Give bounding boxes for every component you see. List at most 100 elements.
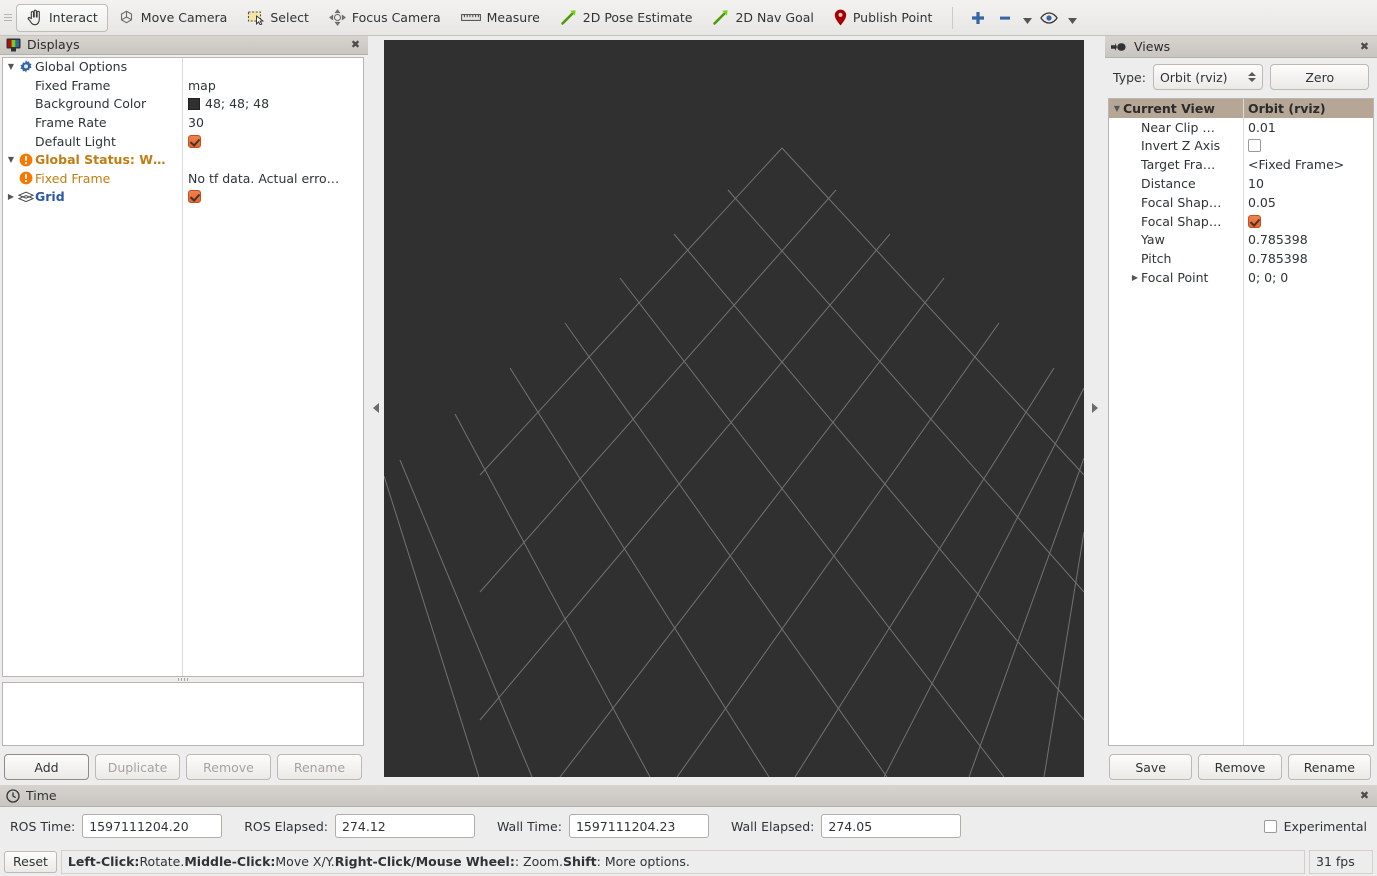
- checkbox-checked[interactable]: [188, 190, 201, 204]
- views-tree[interactable]: ▼ Current View Orbit (rviz) Near Clip … 0.01…: [1108, 98, 1374, 746]
- view-row-label: Near Clip …: [1141, 119, 1215, 135]
- expand-arrow-down-icon[interactable]: ▼: [1111, 104, 1123, 113]
- add-display-button[interactable]: Add: [4, 754, 89, 780]
- duplicate-display-button[interactable]: Duplicate: [95, 754, 180, 780]
- expand-arrow-down-icon[interactable]: ▼: [5, 62, 17, 71]
- rename-display-button[interactable]: Rename: [277, 754, 362, 780]
- view-row[interactable]: ▼ Current View Orbit (rviz): [1109, 99, 1373, 118]
- view-row-value-cell[interactable]: <Fixed Frame>: [1243, 155, 1373, 174]
- views-titlebar: Views ✖: [1105, 36, 1377, 58]
- display-row[interactable]: Background Color 48; 48; 48: [3, 95, 363, 114]
- checkbox-unchecked[interactable]: [1248, 139, 1261, 153]
- display-row-value-cell[interactable]: [182, 58, 363, 77]
- display-row[interactable]: Default Light: [3, 132, 363, 151]
- toolbar-publish-point-button[interactable]: Publish Point: [824, 4, 943, 32]
- save-view-button[interactable]: Save: [1109, 754, 1193, 780]
- toolbar-drag-handle[interactable]: [4, 8, 14, 28]
- display-row-label: Global Options: [35, 59, 128, 75]
- time-field-input[interactable]: 1597111204.20: [82, 814, 223, 838]
- view-row[interactable]: Pitch 0.785398: [1109, 249, 1373, 268]
- view-row[interactable]: Near Clip … 0.01: [1109, 118, 1373, 137]
- view-row-value-cell[interactable]: 10: [1243, 174, 1373, 193]
- time-field-input[interactable]: 274.05: [821, 814, 962, 838]
- checkbox-unchecked[interactable]: [1263, 819, 1277, 833]
- toolbar-2d-pose-estimate-button[interactable]: 2D Pose Estimate: [550, 4, 703, 32]
- expand-arrow-right-icon[interactable]: ▶: [1129, 273, 1141, 282]
- toolbar-select-button[interactable]: Select: [237, 4, 319, 32]
- right-splitter[interactable]: [1084, 36, 1105, 780]
- display-row-value: map: [188, 77, 216, 93]
- view-row-value-cell[interactable]: 0.01: [1243, 118, 1373, 137]
- display-row[interactable]: ▶ Grid: [3, 188, 363, 207]
- toolbar-focus-camera-button[interactable]: Focus Camera: [319, 4, 451, 32]
- view-row-value-cell[interactable]: Orbit (rviz): [1243, 99, 1373, 118]
- eye-icon: [1040, 11, 1059, 25]
- display-row[interactable]: ▼ Global Options: [3, 58, 363, 77]
- toolbar-button-label: 2D Nav Goal: [735, 10, 814, 25]
- toolbar-move-camera-button[interactable]: Move Camera: [108, 4, 238, 32]
- display-row[interactable]: Fixed Frame No tf data. Actual erro…: [3, 169, 363, 188]
- toolbar-2d-nav-goal-button[interactable]: 2D Nav Goal: [702, 4, 823, 32]
- remove-tool-button[interactable]: [993, 4, 1036, 32]
- view-row[interactable]: Focal Shap… 0.05: [1109, 193, 1373, 212]
- display-row[interactable]: ▼ Global Status: W…: [3, 150, 363, 169]
- view-type-select[interactable]: Orbit (rviz): [1152, 64, 1264, 90]
- view-row-value-cell[interactable]: 0.05: [1243, 193, 1373, 212]
- display-row[interactable]: Fixed Frame map: [3, 76, 363, 95]
- close-icon[interactable]: ✖: [1358, 789, 1371, 802]
- toolbar-interact-button[interactable]: Interact: [16, 3, 108, 32]
- display-row-value-cell[interactable]: [182, 188, 363, 207]
- close-icon[interactable]: ✖: [1358, 40, 1371, 53]
- view-row[interactable]: Target Fra… <Fixed Frame>: [1109, 155, 1373, 174]
- display-row-value-cell[interactable]: 48; 48; 48: [182, 95, 363, 114]
- collapse-right-icon[interactable]: [1091, 403, 1098, 413]
- view-row[interactable]: Invert Z Axis: [1109, 137, 1373, 156]
- displays-tree[interactable]: ▼ Global Options Fixed Frame map Background …: [2, 56, 364, 677]
- experimental-toggle[interactable]: Experimental: [1263, 819, 1367, 834]
- remove-display-button[interactable]: Remove: [186, 754, 271, 780]
- expand-arrow-down-icon[interactable]: ▼: [5, 155, 17, 164]
- spinner-arrows-icon[interactable]: [1248, 72, 1257, 82]
- display-row-value-cell[interactable]: 30: [182, 113, 363, 132]
- rename-view-button[interactable]: Rename: [1287, 754, 1371, 780]
- display-row-value-cell[interactable]: map: [182, 76, 363, 95]
- view-row[interactable]: Yaw 0.785398: [1109, 231, 1373, 250]
- time-field-input[interactable]: 274.12: [334, 814, 475, 838]
- view-row-value-cell[interactable]: 0; 0; 0: [1243, 268, 1373, 287]
- hand-pointer-icon: [26, 9, 43, 26]
- views-buttons: Save Remove Rename: [1105, 746, 1377, 780]
- zero-button[interactable]: Zero: [1270, 64, 1369, 90]
- displays-panel: Displays ✖ ▼ Global Options Fixed Frame map…: [0, 36, 368, 780]
- reset-button[interactable]: Reset: [4, 850, 57, 873]
- toolbar-measure-button[interactable]: Measure: [451, 4, 550, 32]
- add-tool-button[interactable]: [963, 4, 993, 32]
- view-row-label-cell: Focal Shap…: [1109, 193, 1243, 212]
- view-row-label: Focal Shap…: [1141, 194, 1222, 210]
- minus-icon: [997, 10, 1013, 26]
- left-splitter[interactable]: [368, 36, 384, 780]
- collapse-left-icon[interactable]: [373, 403, 379, 413]
- view-row-value-cell[interactable]: 0.785398: [1243, 249, 1373, 268]
- view-row-value-cell[interactable]: 0.785398: [1243, 231, 1373, 250]
- views-column-divider[interactable]: [1243, 99, 1244, 745]
- 3d-viewport[interactable]: [384, 40, 1084, 777]
- view-row[interactable]: Focal Shap…: [1109, 212, 1373, 231]
- time-field: ROS Elapsed: 274.12: [244, 814, 475, 838]
- close-icon[interactable]: ✖: [349, 38, 362, 51]
- view-row-value-cell[interactable]: [1243, 212, 1373, 231]
- view-row[interactable]: Distance 10: [1109, 174, 1373, 193]
- view-row-value-cell[interactable]: [1243, 137, 1373, 156]
- view-row[interactable]: ▶ Focal Point 0; 0; 0: [1109, 268, 1373, 287]
- display-row[interactable]: Frame Rate 30: [3, 113, 363, 132]
- color-swatch[interactable]: [188, 97, 200, 110]
- display-row-value-cell[interactable]: [182, 132, 363, 151]
- checkbox-checked[interactable]: [188, 134, 201, 148]
- displays-monitor-icon: [6, 38, 21, 52]
- display-row-value-cell[interactable]: [182, 150, 363, 169]
- time-field-input[interactable]: 1597111204.23: [568, 814, 709, 838]
- expand-arrow-right-icon[interactable]: ▶: [5, 192, 17, 201]
- checkbox-checked[interactable]: [1248, 214, 1261, 228]
- remove-view-button[interactable]: Remove: [1198, 754, 1282, 780]
- display-row-value-cell[interactable]: No tf data. Actual erro…: [182, 169, 363, 188]
- visibility-tool-button[interactable]: [1036, 4, 1081, 32]
